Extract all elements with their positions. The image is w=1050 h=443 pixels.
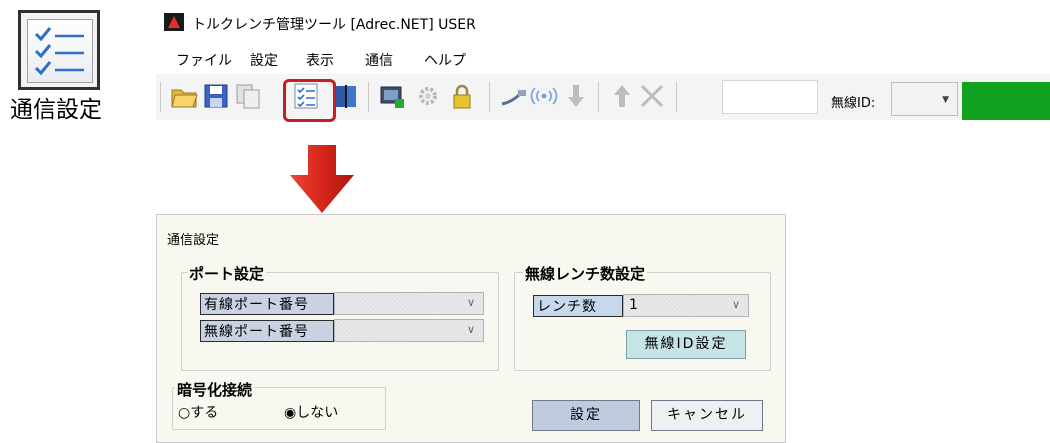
gear-icon[interactable] [414,82,442,110]
menu-comm[interactable]: 通信 [365,50,393,70]
screen-export-icon[interactable] [378,82,406,110]
menu-help[interactable]: ヘルプ [424,50,466,70]
chevron-down-icon: ∨ [731,298,740,311]
wired-port-select[interactable]: ∨ [334,292,484,315]
cable-icon[interactable] [500,82,528,110]
wireless-id-label: 無線ID: [831,96,876,111]
port-settings-title: ポート設定 [187,263,267,284]
wired-port-label: 有線ポート番号 [200,293,334,315]
comm-settings-dialog: 通信設定 ポート設定 有線ポート番号 ∨ 無線ポート番号 ∨ 無線レンチ数設定 … [156,214,786,443]
wireless-icon[interactable] [530,82,558,110]
cancel-button[interactable]: キャンセル [651,400,763,431]
book-icon[interactable] [332,82,360,110]
radio-checked-icon: ◉ [284,405,297,421]
encrypt-no-label: しない [296,405,339,421]
app-logo-icon [164,13,184,31]
lock-icon[interactable] [448,82,476,110]
red-arrow-down-icon [290,145,354,213]
wrench-count-value: 1 [629,297,638,313]
encrypt-yes-radio[interactable]: ○する [178,402,218,422]
wireless-port-select[interactable]: ∨ [334,319,484,342]
encrypt-no-radio[interactable]: ◉しない [284,402,338,422]
radio-unchecked-icon: ○ [178,405,191,421]
arrow-up-icon[interactable] [608,82,636,110]
menu-bar: ファイル 設定 表示 通信 ヘルプ [156,42,1050,74]
arrow-down-icon[interactable] [562,82,590,110]
delete-icon[interactable] [638,82,666,110]
wireless-id-settings-button[interactable]: 無線ID設定 [626,330,746,359]
menu-settings[interactable]: 設定 [250,50,278,70]
encryption-title: 暗号化接続 [175,379,255,400]
wireless-id-select[interactable]: ▼ [891,82,958,116]
wireless-port-label: 無線ポート番号 [200,320,334,342]
chevron-down-icon: ∨ [466,323,475,336]
wrench-count-title: 無線レンチ数設定 [523,263,648,284]
chevron-down-icon: ∨ [466,296,475,309]
copy-icon[interactable] [234,82,262,110]
menu-view[interactable]: 表示 [306,50,334,70]
save-icon[interactable] [202,82,230,110]
connection-status-indicator [962,82,1050,120]
checklist-icon [34,27,84,76]
chevron-down-icon: ▼ [942,95,949,105]
menu-file[interactable]: ファイル [176,50,232,70]
highlight-frame [283,79,336,122]
comm-settings-caption: 通信設定 [10,97,102,123]
ok-button[interactable]: 設定 [532,400,640,431]
dialog-title: 通信設定 [167,233,220,248]
encrypt-yes-label: する [190,405,219,421]
wrench-count-label: レンチ数 [533,295,623,317]
open-folder-icon[interactable] [170,82,198,110]
comm-settings-large-icon [18,10,100,90]
window-titlebar: トルクレンチ管理ツール [Adrec.NET] USER [156,7,1050,37]
wrench-count-select[interactable]: 1 ∨ [623,294,749,317]
toolbar-text-field[interactable] [722,80,818,114]
window-title: トルクレンチ管理ツール [Adrec.NET] USER [192,17,476,33]
